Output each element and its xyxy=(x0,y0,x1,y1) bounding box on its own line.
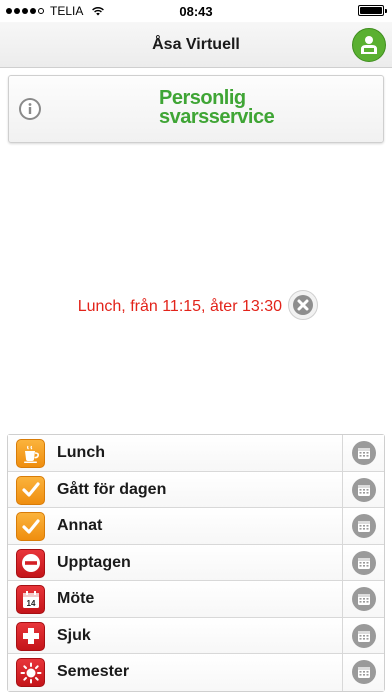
logo-line-2: svarsservice xyxy=(159,106,275,128)
calendar-grid-icon xyxy=(358,667,370,678)
calendar-grid-icon xyxy=(358,630,370,642)
sun-icon xyxy=(16,658,45,687)
status-item-label: Gått för dagen xyxy=(57,480,167,498)
status-item-lunch[interactable]: Lunch xyxy=(8,435,384,472)
status-item-label: Möte xyxy=(57,590,95,607)
schedule-button[interactable] xyxy=(352,587,376,611)
divider xyxy=(342,435,343,471)
calendar-icon: 14 xyxy=(16,585,45,614)
checkmark-icon xyxy=(16,475,45,505)
divider xyxy=(342,654,343,691)
schedule-button[interactable] xyxy=(352,660,376,684)
status-list: Lunch Gått för dagen Annat Upptagen 14 M… xyxy=(7,434,385,692)
status-item-semester[interactable]: Semester xyxy=(8,654,384,691)
service-info-card: Personlig svarsservice xyxy=(8,75,384,143)
person-icon xyxy=(361,36,377,54)
status-item-label: Semester xyxy=(57,663,130,680)
cross-icon xyxy=(16,621,45,651)
calendar-grid-icon xyxy=(358,448,370,459)
divider xyxy=(342,508,343,544)
schedule-button[interactable] xyxy=(352,623,376,648)
current-status-text: Lunch, från 11:15, åter 13:30 xyxy=(77,298,282,315)
schedule-button[interactable] xyxy=(352,514,376,538)
divider xyxy=(342,617,343,653)
schedule-button[interactable] xyxy=(352,477,376,502)
coffee-cup-icon xyxy=(16,439,45,468)
calendar-grid-icon xyxy=(358,484,370,496)
no-entry-icon xyxy=(16,548,45,578)
info-glyph xyxy=(21,100,39,118)
calendar-grid-icon xyxy=(358,594,370,605)
calendar-grid-icon xyxy=(358,521,370,532)
divider xyxy=(342,544,343,580)
profile-button[interactable] xyxy=(352,28,386,62)
navigation-bar: Åsa Virtuell xyxy=(0,22,392,68)
status-item-upptagen[interactable]: Upptagen xyxy=(8,544,384,581)
schedule-button[interactable] xyxy=(352,550,376,575)
checkmark-icon xyxy=(16,512,45,541)
divider xyxy=(342,471,343,507)
status-item-mote[interactable]: 14 Möte xyxy=(8,581,384,618)
status-item-annat[interactable]: Annat xyxy=(8,508,384,545)
calendar-day: 14 xyxy=(26,599,35,608)
calendar-grid-icon xyxy=(358,557,370,569)
status-item-sjuk[interactable]: Sjuk xyxy=(8,617,384,654)
status-item-label: Lunch xyxy=(57,444,105,461)
status-item-label: Annat xyxy=(57,517,103,534)
battery-icon xyxy=(358,5,387,16)
status-item-gatt-for-dagen[interactable]: Gått för dagen xyxy=(8,471,384,508)
status-item-label: Sjuk xyxy=(57,626,91,644)
close-icon xyxy=(293,295,313,315)
divider xyxy=(342,581,343,617)
page-title: Åsa Virtuell xyxy=(152,36,240,53)
brand-logo: Personlig svarsservice xyxy=(159,88,275,128)
clear-status-button[interactable] xyxy=(288,290,318,320)
status-bar: TELIA 08:43 xyxy=(0,0,392,22)
status-item-label: Upptagen xyxy=(57,553,131,571)
info-icon[interactable] xyxy=(19,98,41,120)
current-status: Lunch, från 11:15, åter 13:30 xyxy=(0,289,392,323)
schedule-button[interactable] xyxy=(352,441,376,465)
clock: 08:43 xyxy=(179,4,213,19)
